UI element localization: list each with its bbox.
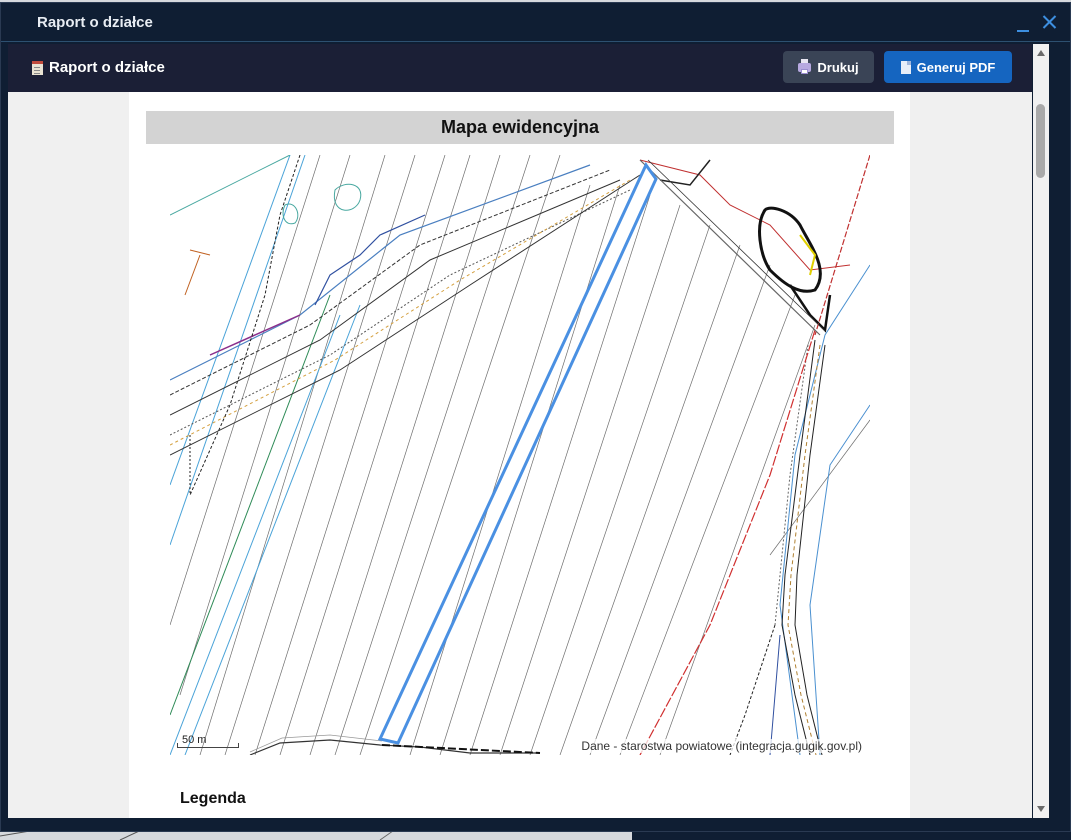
- printer-icon: [798, 58, 812, 74]
- toolbar-title: Raport o działce: [32, 59, 165, 76]
- scale-line: [177, 743, 239, 748]
- report-toolbar: Raport o działce Drukuj Generuj PDF: [8, 44, 1032, 92]
- map-scale-bar: 50 m: [177, 732, 239, 748]
- report-document-icon: [32, 60, 43, 75]
- vertical-scrollbar[interactable]: [1033, 44, 1049, 818]
- report-content: Raport o działce Drukuj Generuj PDF Mapa…: [8, 44, 1032, 818]
- minimize-icon[interactable]: [1012, 11, 1034, 33]
- print-button-label: Drukuj: [817, 59, 859, 75]
- pdf-button-label: Generuj PDF: [916, 59, 996, 75]
- cadastral-map[interactable]: 50 m Dane - starostwa powiatowe (integra…: [170, 155, 870, 755]
- window-titlebar[interactable]: Raport o działce: [1, 3, 1070, 42]
- close-icon[interactable]: [1039, 11, 1061, 33]
- print-button[interactable]: Drukuj: [783, 51, 874, 83]
- generate-pdf-button[interactable]: Generuj PDF: [884, 51, 1012, 83]
- scroll-up-arrow-icon[interactable]: [1037, 50, 1045, 56]
- scroll-down-arrow-icon[interactable]: [1037, 806, 1045, 812]
- report-page: Mapa ewidencyjna 50 m Dane - starostwa p…: [129, 92, 910, 818]
- pdf-document-icon: [900, 60, 911, 74]
- map-attribution: Dane - starostwa powiatowe (integracja.g…: [579, 739, 864, 753]
- toolbar-title-text: Raport o działce: [49, 59, 165, 76]
- legend-title: Legenda: [180, 790, 246, 807]
- section-title: Mapa ewidencyjna: [146, 111, 894, 144]
- cadastral-map-drawing: [170, 155, 870, 755]
- scroll-thumb[interactable]: [1036, 104, 1045, 178]
- window-title: Raport o działce: [37, 14, 153, 31]
